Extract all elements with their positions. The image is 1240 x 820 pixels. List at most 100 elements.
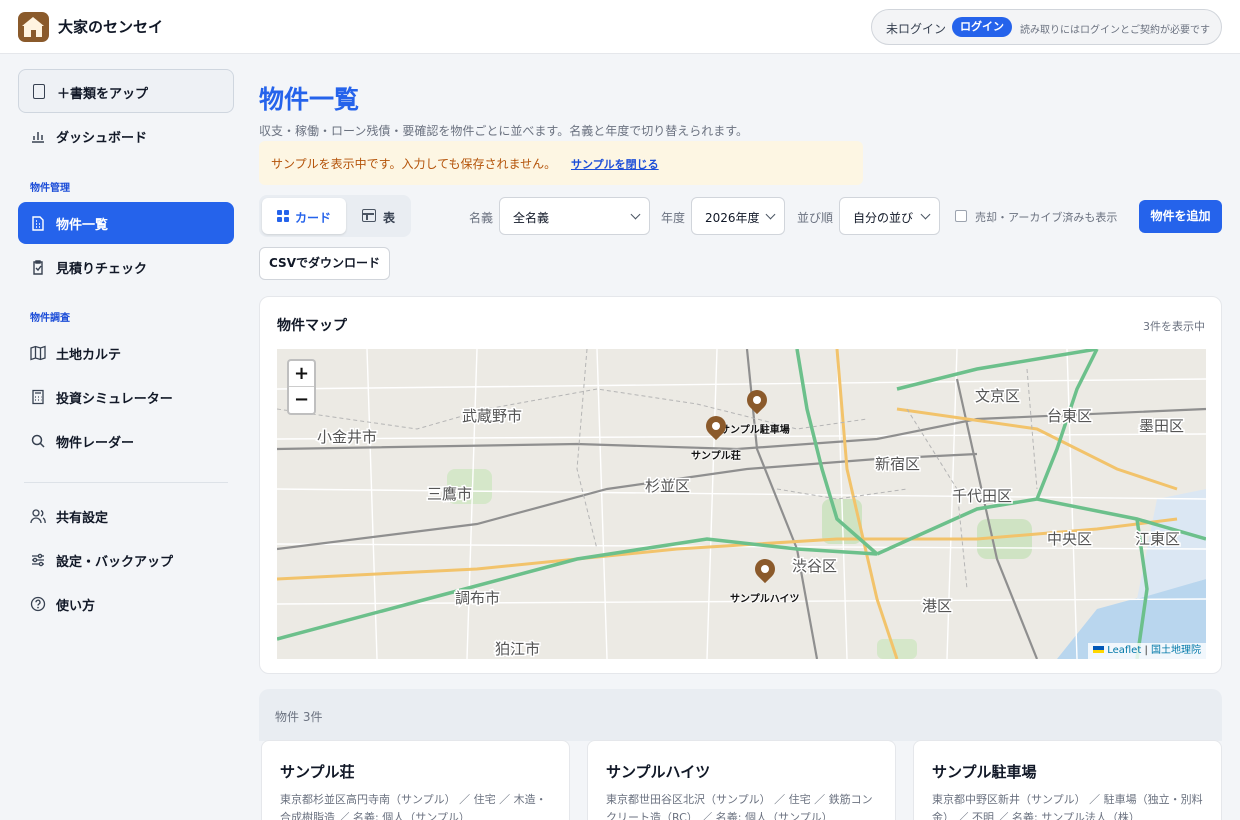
place-label-mitaka: 三鷹市 xyxy=(427,485,472,503)
show-archived-label[interactable]: 売却・アーカイブ済みも表示 xyxy=(975,209,1117,225)
sidebar-item-label: 土地カルテ xyxy=(56,348,122,363)
document-upload-icon xyxy=(33,84,45,99)
property-meta: 東京都世田谷区北沢（サンプル） ／ 住宅 ／ 鉄筋コンクリート造（RC） ／ 名… xyxy=(606,793,873,820)
page-title: 物件一覧 xyxy=(259,85,360,114)
map-title: 物件マップ xyxy=(277,318,347,334)
map-marker-label[interactable]: サンプル駐車場 xyxy=(720,421,790,436)
sliders-icon xyxy=(32,553,44,567)
attribution-separator: | xyxy=(1144,645,1148,656)
section-label-property-management: 物件管理 xyxy=(30,183,70,194)
clipboard-check-icon xyxy=(33,260,43,275)
leaflet-link[interactable]: Leaflet xyxy=(1107,645,1141,656)
place-label-musashino: 武蔵野市 xyxy=(462,407,522,425)
property-card[interactable]: サンプル荘 東京都杉並区高円寺南（サンプル） ／ 住宅 ／ 木造・合成樹脂造 ／… xyxy=(261,740,570,820)
auth-status-pill: 未ログイン ログイン 読み取りにはログインとご契約が必要です xyxy=(871,9,1222,45)
owner-select[interactable]: 全名義 xyxy=(499,197,650,235)
sidebar-item-investment-simulator[interactable]: 投資シミュレーター xyxy=(18,376,234,418)
year-select-value: 2026年度 xyxy=(705,211,760,225)
chevron-down-icon xyxy=(920,209,931,220)
map-marker-label[interactable]: サンプル荘 xyxy=(691,447,741,462)
place-label-sumida: 墨田区 xyxy=(1139,417,1184,435)
year-select[interactable]: 2026年度 xyxy=(691,197,785,235)
sample-banner-text: サンプルを表示中です。入力しても保存されません。 xyxy=(271,157,557,171)
sidebar-item-label: 投資シミュレーター xyxy=(56,392,173,407)
property-meta: 東京都中野区新井（サンプル） ／ 駐車場（独立・別料金） ／ 不明 ／ 名義: … xyxy=(932,793,1203,820)
upload-document-button[interactable]: ＋書類をアップ xyxy=(18,69,234,113)
sidebar-item-label: 共有設定 xyxy=(56,511,109,526)
view-toggle: カード 表 xyxy=(259,195,411,237)
place-label-minato: 港区 xyxy=(922,597,952,615)
sidebar-item-sharing[interactable]: 共有設定 xyxy=(18,495,234,537)
sort-label: 並び順 xyxy=(797,211,834,225)
app-header: 大家のセンセイ 未ログイン ログイン 読み取りにはログインとご契約が必要です xyxy=(0,0,1240,54)
sidebar-item-how-to-use[interactable]: 使い方 xyxy=(18,583,234,625)
year-filter-label: 年度 xyxy=(661,211,686,225)
sidebar-item-label: 物件レーダー xyxy=(56,436,135,451)
sort-select-value: 自分の並び xyxy=(853,211,914,225)
sidebar-item-dashboard[interactable]: ダッシュボード xyxy=(18,115,234,157)
map-marker-pin-icon[interactable] xyxy=(742,385,772,420)
property-count: 物件 3件 xyxy=(275,710,323,724)
chevron-down-icon xyxy=(630,209,641,220)
sidebar-item-label: 見積りチェック xyxy=(56,262,148,277)
ukraine-flag-icon xyxy=(1093,646,1105,653)
zoom-in-button[interactable]: + xyxy=(289,361,314,387)
sidebar-item-land-karte[interactable]: 土地カルテ xyxy=(18,332,234,374)
place-label-shinjuku: 新宿区 xyxy=(875,455,920,473)
add-property-button[interactable]: 物件を追加 xyxy=(1139,200,1222,233)
users-icon xyxy=(30,509,46,524)
sidebar-item-label: ダッシュボード xyxy=(56,131,148,146)
property-map[interactable]: 武蔵野市 小金井市 三鷹市 杉並区 新宿区 千代田区 調布市 渋谷区 港区 文京… xyxy=(277,349,1206,659)
house-logo-icon[interactable] xyxy=(18,12,49,42)
owner-select-value: 全名義 xyxy=(513,211,550,225)
map-tiles: 武蔵野市 小金井市 三鷹市 杉並区 新宿区 千代田区 調布市 渋谷区 港区 文京… xyxy=(277,349,1206,659)
owner-filter-label: 名義 xyxy=(469,211,494,225)
show-archived-checkbox[interactable] xyxy=(955,210,967,222)
bar-chart-icon xyxy=(32,132,44,143)
grid-icon xyxy=(277,210,290,223)
sidebar-item-label: 物件一覧 xyxy=(56,218,109,233)
property-meta: 東京都杉並区高円寺南（サンプル） ／ 住宅 ／ 木造・合成樹脂造 ／ 名義: 個… xyxy=(280,793,547,820)
chevron-down-icon xyxy=(765,209,776,220)
zoom-out-button[interactable]: − xyxy=(289,387,314,413)
sidebar-divider xyxy=(24,482,228,483)
place-label-chofu: 調布市 xyxy=(455,589,500,607)
view-table-button[interactable]: 表 xyxy=(349,198,407,234)
property-card[interactable]: サンプル駐車場 東京都中野区新井（サンプル） ／ 駐車場（独立・別料金） ／ 不… xyxy=(913,740,1222,820)
sample-banner: サンプルを表示中です。入力しても保存されません。 サンプルを閉じる xyxy=(259,141,863,185)
sidebar-item-estimate-check[interactable]: 見積りチェック xyxy=(18,246,234,288)
place-label-bunkyo: 文京区 xyxy=(975,387,1020,405)
sort-select[interactable]: 自分の並び xyxy=(839,197,940,235)
sidebar-item-property-radar[interactable]: 物件レーダー xyxy=(18,420,234,462)
property-name: サンプルハイツ xyxy=(606,763,711,781)
view-card-button[interactable]: カード xyxy=(262,198,346,234)
property-name: サンプル荘 xyxy=(280,763,355,781)
close-sample-link[interactable]: サンプルを閉じる xyxy=(571,156,659,172)
page-subtitle: 収支・稼働・ローン残債・要確認を物件ごとに並べます。名義と年度で切り替えられます… xyxy=(259,124,749,138)
upload-label: ＋書類をアップ xyxy=(57,87,149,102)
sidebar-item-property-list[interactable]: 物件一覧 xyxy=(18,202,234,244)
property-card[interactable]: サンプルハイツ 東京都世田谷区北沢（サンプル） ／ 住宅 ／ 鉄筋コンクリート造… xyxy=(587,740,896,820)
login-button[interactable]: ログイン xyxy=(952,17,1012,37)
map-marker-pin-icon[interactable] xyxy=(750,554,780,589)
property-map-card: 物件マップ 3件を表示中 武蔵野市 小金井市 三鷹市 杉並区 新宿区 千代田区 … xyxy=(259,296,1222,674)
view-table-label: 表 xyxy=(383,211,396,225)
map-marker-pin-icon[interactable] xyxy=(701,411,731,446)
zoom-control: + − xyxy=(287,359,316,415)
auth-note: 読み取りにはログインとご契約が必要です xyxy=(1020,25,1210,36)
sidebar-item-settings-backup[interactable]: 設定・バックアップ xyxy=(18,539,234,581)
place-label-chuo: 中央区 xyxy=(1047,530,1092,548)
help-circle-icon xyxy=(30,596,46,612)
map-marker-label[interactable]: サンプルハイツ xyxy=(730,590,800,605)
building-icon xyxy=(32,216,44,231)
search-icon xyxy=(31,434,45,448)
calculator-icon xyxy=(32,389,44,405)
place-label-shibuya: 渋谷区 xyxy=(792,557,837,575)
sidebar-item-label: 設定・バックアップ xyxy=(56,555,174,570)
place-label-suginami: 杉並区 xyxy=(645,477,690,495)
gsi-link[interactable]: 国土地理院 xyxy=(1151,645,1201,656)
app-title[interactable]: 大家のセンセイ xyxy=(58,16,163,37)
csv-download-button[interactable]: CSVでダウンロード xyxy=(259,247,390,280)
place-label-chiyoda: 千代田区 xyxy=(952,487,1012,505)
sidebar: ＋書類をアップ ダッシュボード 物件管理 物件一覧 見積りチェック 物件調査 土… xyxy=(0,55,248,820)
